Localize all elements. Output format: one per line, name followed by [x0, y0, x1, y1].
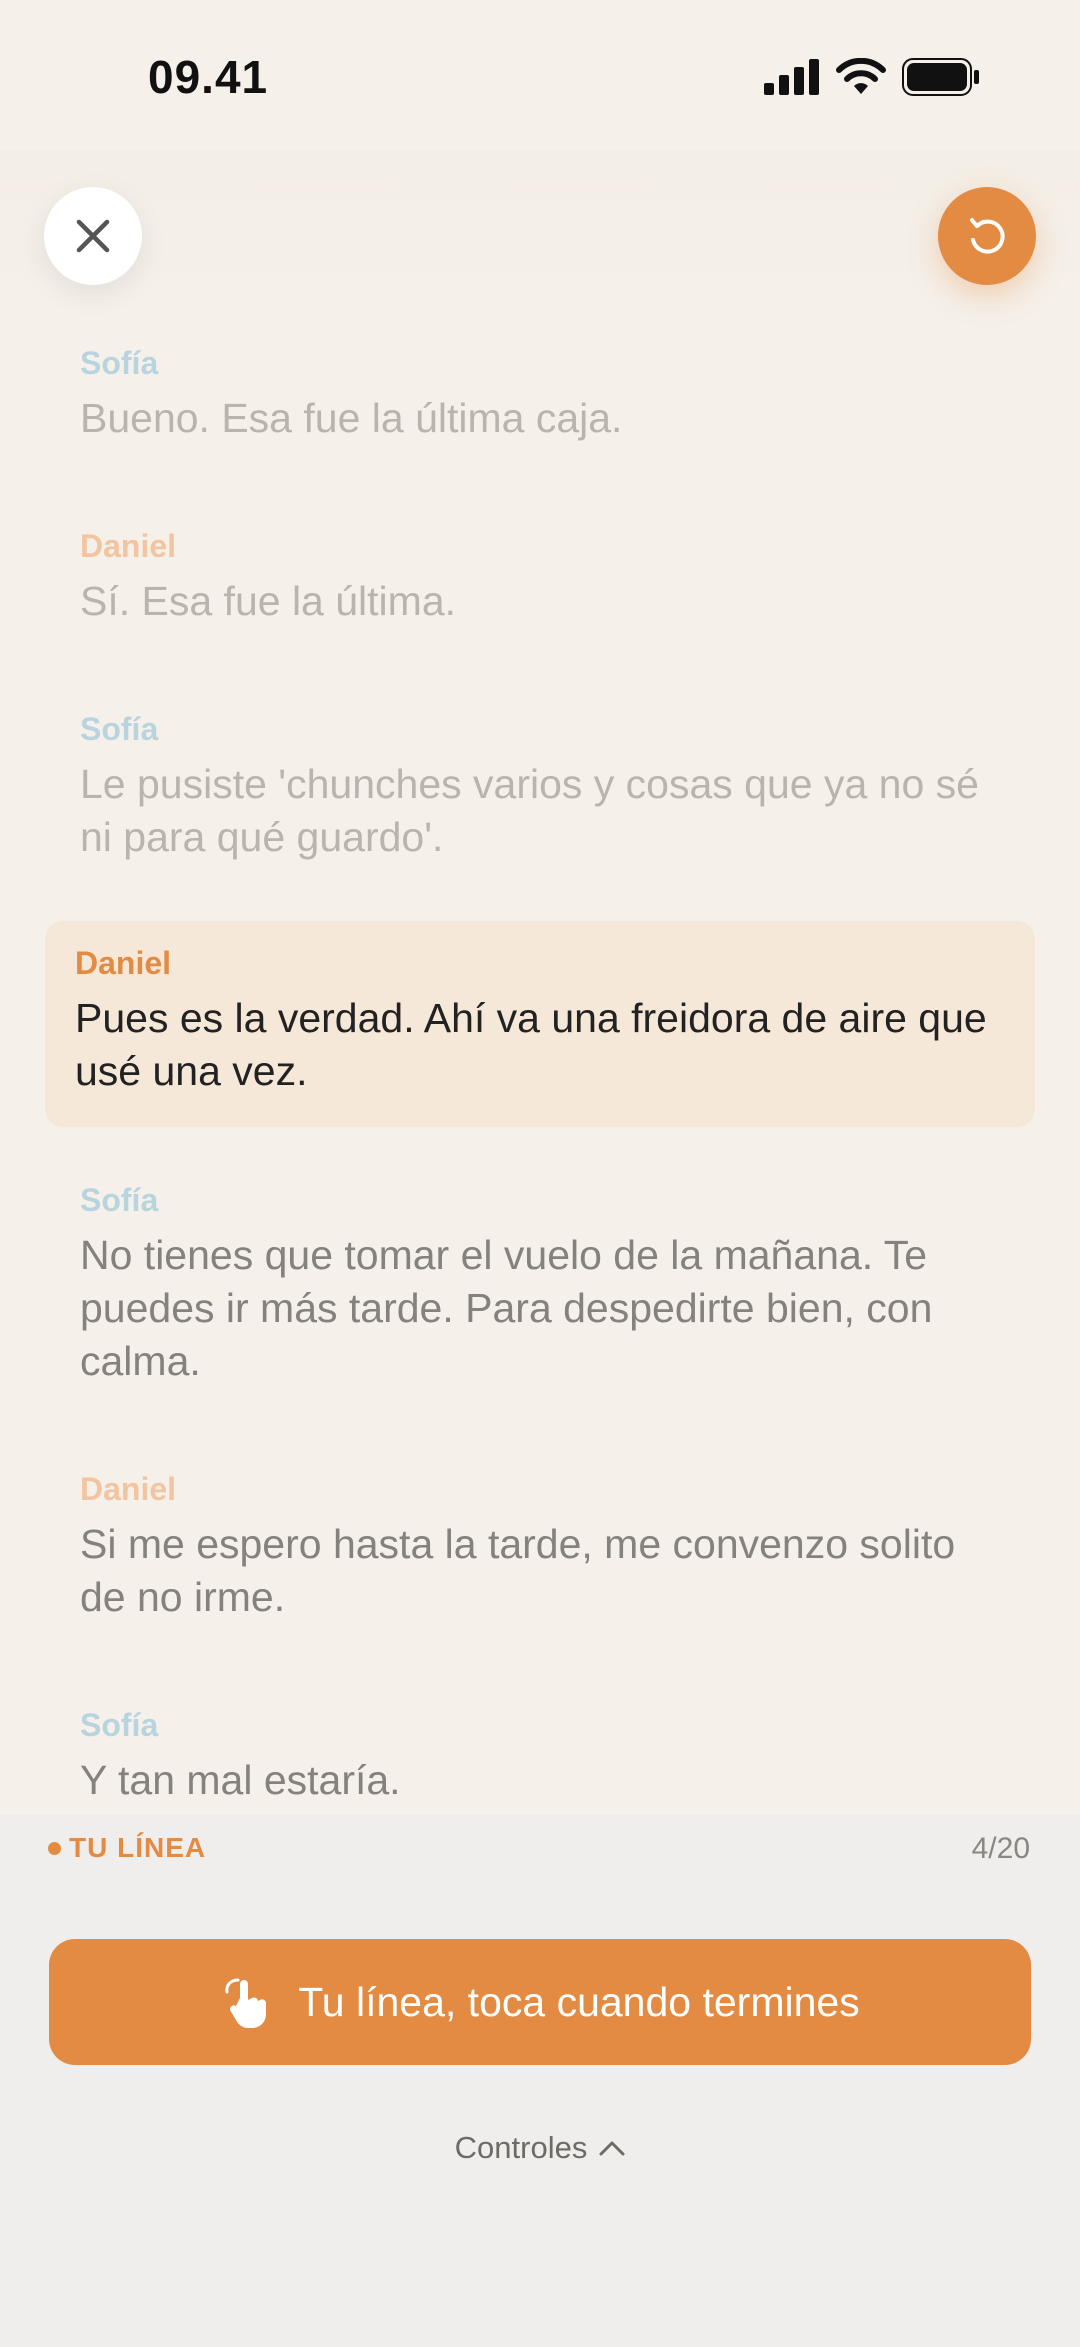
line-text: Si me espero hasta la tarde, me convenzo…	[80, 1521, 956, 1620]
restart-icon	[970, 218, 1005, 254]
line-text: No tienes que tomar el vuelo de la mañan…	[80, 1232, 933, 1384]
speaker-name: Daniel	[80, 528, 177, 564]
controls-label: Controles	[454, 2130, 588, 2165]
tap-hand-icon	[225, 1978, 267, 2028]
done-line-button[interactable]: Tu línea, toca cuando termines	[49, 1939, 1031, 2065]
speaker-name: Sofía	[80, 711, 159, 747]
wifi-icon	[836, 58, 886, 94]
indicator-dot	[48, 1841, 61, 1855]
speaker-name: Daniel	[80, 1471, 177, 1507]
script-line: Sofía No tienes que tomar el vuelo de la…	[80, 1182, 1010, 1388]
status-bar: 09.41	[0, 0, 1080, 150]
status-time: 09.41	[148, 51, 269, 103]
line-counter: 4/20	[971, 1832, 1030, 1865]
bottom-panel	[0, 1815, 1080, 2347]
line-text: Le pusiste 'chunches varios y cosas que …	[80, 761, 979, 860]
your-line-label: TU LÍNEA	[69, 1832, 207, 1863]
speaker-name: Sofía	[80, 1182, 159, 1218]
status-icons	[764, 58, 980, 96]
script-line: Daniel Sí. Esa fue la última.	[80, 528, 1010, 628]
close-icon	[76, 219, 110, 253]
script-line: Sofía Y tan mal estaría.	[80, 1707, 1010, 1807]
header-fade	[0, 150, 1080, 300]
script-line-current: Daniel Pues es la verdad. Ahí va una fre…	[75, 945, 1005, 1098]
script-line: Sofía Bueno. Esa fue la última caja.	[80, 345, 1010, 445]
your-line-indicator: TU LÍNEA	[48, 1832, 206, 1864]
line-text: Pues es la verdad. Ahí va una freidora d…	[75, 995, 987, 1094]
speaker-name: Daniel	[75, 945, 172, 981]
chevron-up-icon	[599, 2141, 625, 2156]
line-text: Sí. Esa fue la última.	[80, 578, 457, 624]
controls-toggle[interactable]: Controles	[0, 2130, 1080, 2166]
battery-icon	[902, 58, 979, 96]
speaker-name: Sofía	[80, 345, 159, 381]
close-button[interactable]	[44, 187, 142, 285]
speaker-name: Sofía	[80, 1707, 159, 1743]
script-line: Daniel Si me espero hasta la tarde, me c…	[80, 1471, 1010, 1624]
line-text: Bueno. Esa fue la última caja.	[80, 395, 623, 441]
line-text: Y tan mal estaría.	[80, 1757, 401, 1803]
cellular-signal-icon	[764, 59, 819, 95]
restart-button[interactable]	[938, 187, 1036, 285]
script-line: Sofía Le pusiste 'chunches varios y cosa…	[80, 711, 1010, 864]
done-line-button-label: Tu línea, toca cuando termines	[298, 1978, 860, 2025]
